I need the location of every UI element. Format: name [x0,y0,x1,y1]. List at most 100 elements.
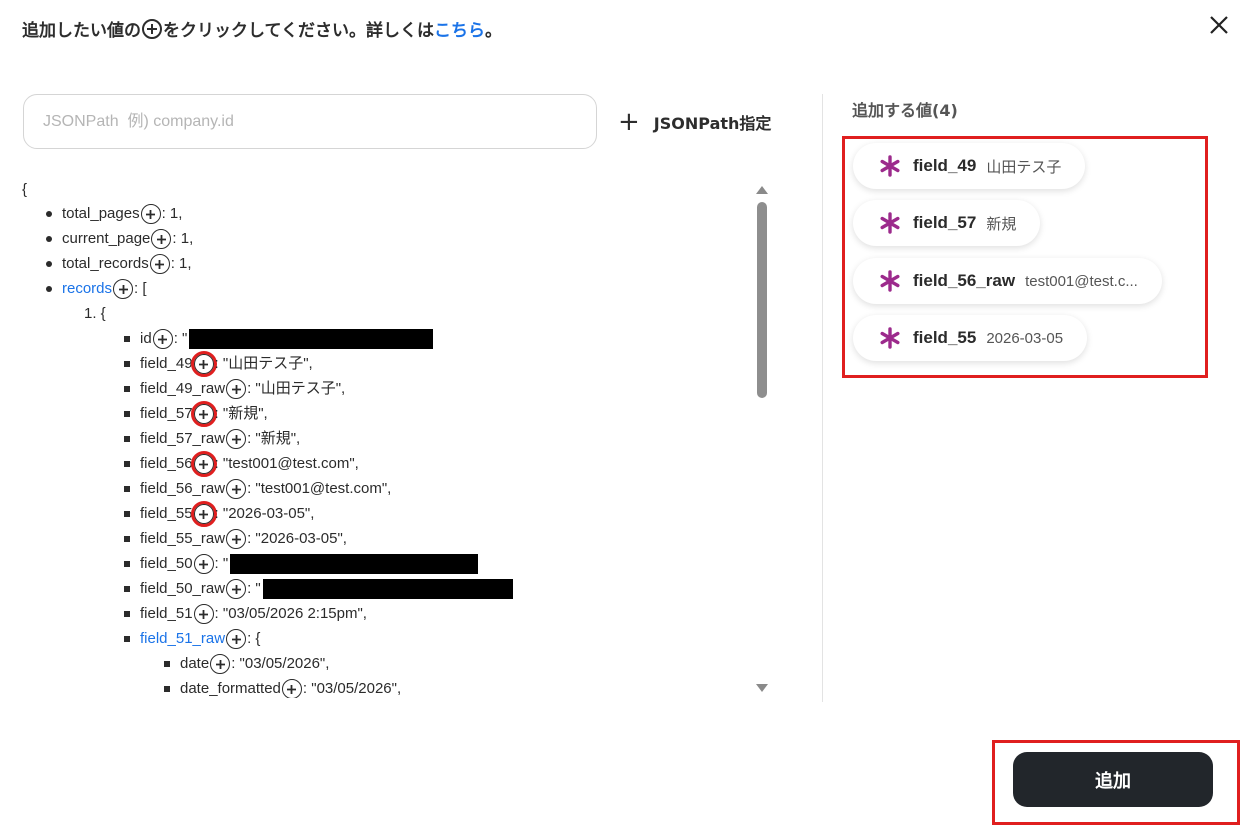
tree-line: field_56_raw: "test001@test.com", [124,477,391,501]
tree-key: field_49_raw [140,380,226,397]
tree-line: total_records: 1, [46,252,192,276]
chip-key: field_56_raw [913,271,1016,290]
bullet-icon [46,211,52,217]
bullet-icon [124,611,130,617]
tree-value: : "test001@test.com", [247,480,392,497]
add-value-plus-icon[interactable] [190,451,217,477]
jsonpath-specify-button[interactable]: + JSONPath指定 [618,106,771,138]
scroll-thumb[interactable] [757,202,767,398]
tree-key: field_56 [140,455,193,472]
bullet-icon [124,461,130,467]
tree-value: : "03/05/2026", [231,655,330,672]
added-value-chip[interactable]: field_49 山田テス子 [853,143,1086,189]
jsonpath-specify-label: JSONPath指定 [653,114,772,133]
chip-value: 山田テス子 [986,158,1062,176]
bullet-icon [164,686,170,692]
tree-value: : "山田テス子", [247,380,346,397]
tree-line: field_49: "山田テス子", [124,351,313,377]
add-value-plus-icon[interactable] [113,279,134,299]
added-values-title: 追加する値(4) [852,101,958,120]
asterisk-icon [879,327,901,349]
tree-scrollbar[interactable] [754,182,770,696]
tree-value: : [ [134,280,147,297]
close-icon[interactable] [1209,15,1229,35]
added-value-chip[interactable]: field_56_raw test001@test.c... [853,258,1162,304]
add-value-plus-icon[interactable] [140,204,161,224]
chip-value: 2026-03-05 [986,329,1064,347]
tree-line: 1. { [84,302,106,326]
bullet-icon [124,486,130,492]
tree-value: : "新規", [214,405,268,422]
tree-line: id: " [124,327,434,351]
chip-key: field_57 [913,213,977,232]
tree-line: field_56 : "test001@test.com", [124,451,359,477]
tree-value: : 1, [172,230,194,247]
chip-value: test001@test.c... [1025,272,1138,290]
plus-circle-icon [142,18,162,39]
bullet-icon [46,286,52,292]
tree-list-index: 1. { [84,305,106,322]
add-value-plus-icon[interactable] [190,351,217,377]
tree-line: field_51: "03/05/2026 2:15pm", [124,602,367,626]
help-link[interactable]: こちら [434,16,485,41]
scroll-down-arrow-icon[interactable] [756,684,768,692]
instruction-after: をクリックしてください。詳しくは [163,21,434,41]
tree-key: field_50 [140,555,193,572]
tree-line: records : [ [46,277,147,301]
tree-value: : " [247,580,261,597]
bullet-icon [124,336,130,342]
add-value-plus-icon[interactable] [190,401,217,427]
tree-key: field_50_raw [140,580,226,597]
add-value-plus-icon[interactable] [210,654,231,674]
instruction-end: 。 [484,21,502,41]
close-button[interactable] [1206,12,1232,38]
add-value-plus-icon[interactable] [193,554,214,574]
tree-key: date_formatted [180,680,281,697]
add-value-plus-icon[interactable] [193,604,214,624]
tree-key: total_records [62,255,149,272]
scroll-up-arrow-icon[interactable] [756,186,768,194]
add-value-plus-icon[interactable] [226,629,247,649]
add-value-plus-icon[interactable] [226,429,247,449]
tree-key: date [180,655,210,672]
add-value-plus-icon[interactable] [226,529,247,549]
asterisk-icon [879,212,901,234]
add-button[interactable]: 追加 [1013,752,1213,807]
panel-divider [822,94,823,702]
add-value-plus-icon[interactable] [226,579,247,599]
bullet-icon [124,561,130,567]
redacted-value [230,554,479,574]
bullet-icon [46,236,52,242]
jsonpath-input[interactable] [23,94,597,149]
tree-value: : "2026-03-05", [247,530,347,547]
add-value-plus-icon[interactable] [152,329,173,349]
tree-line: field_55_raw: "2026-03-05", [124,527,347,551]
asterisk-icon [879,155,901,177]
tree-value: : "03/05/2026", [302,680,402,697]
added-value-chip[interactable]: field_55 2026-03-05 [853,315,1088,361]
add-value-plus-icon[interactable] [281,679,302,698]
add-value-plus-icon[interactable] [226,379,247,399]
plus-icon[interactable]: + [618,109,640,135]
tree-key: field_51 [140,605,193,622]
add-value-plus-icon[interactable] [149,254,170,274]
add-value-plus-icon[interactable] [226,479,247,499]
tree-line: field_50: " [124,552,479,576]
tree-value: : "新規", [247,430,301,447]
add-value-plus-icon[interactable] [190,501,217,527]
instruction-before: 追加したい値の [22,21,141,41]
tree-key[interactable]: field_51_raw [140,627,225,651]
added-value-chip[interactable]: field_57 新規 [853,200,1041,246]
tree-value: : "山田テス子", [214,355,313,372]
bullet-icon [124,361,130,367]
chip-key: field_55 [913,328,977,347]
tree-line: field_57_raw: "新規", [124,427,300,451]
chip-key: field_49 [913,156,977,175]
json-tree: { total_pages: 1, current_page: 1, total_r… [22,176,752,698]
tree-value: : "test001@test.com", [214,455,359,472]
redacted-value [189,329,434,349]
tree-key[interactable]: records [62,277,112,301]
add-value-plus-icon[interactable] [151,229,172,249]
bullet-icon [124,511,130,517]
tree-line: date : "03/05/2026", [164,652,329,676]
